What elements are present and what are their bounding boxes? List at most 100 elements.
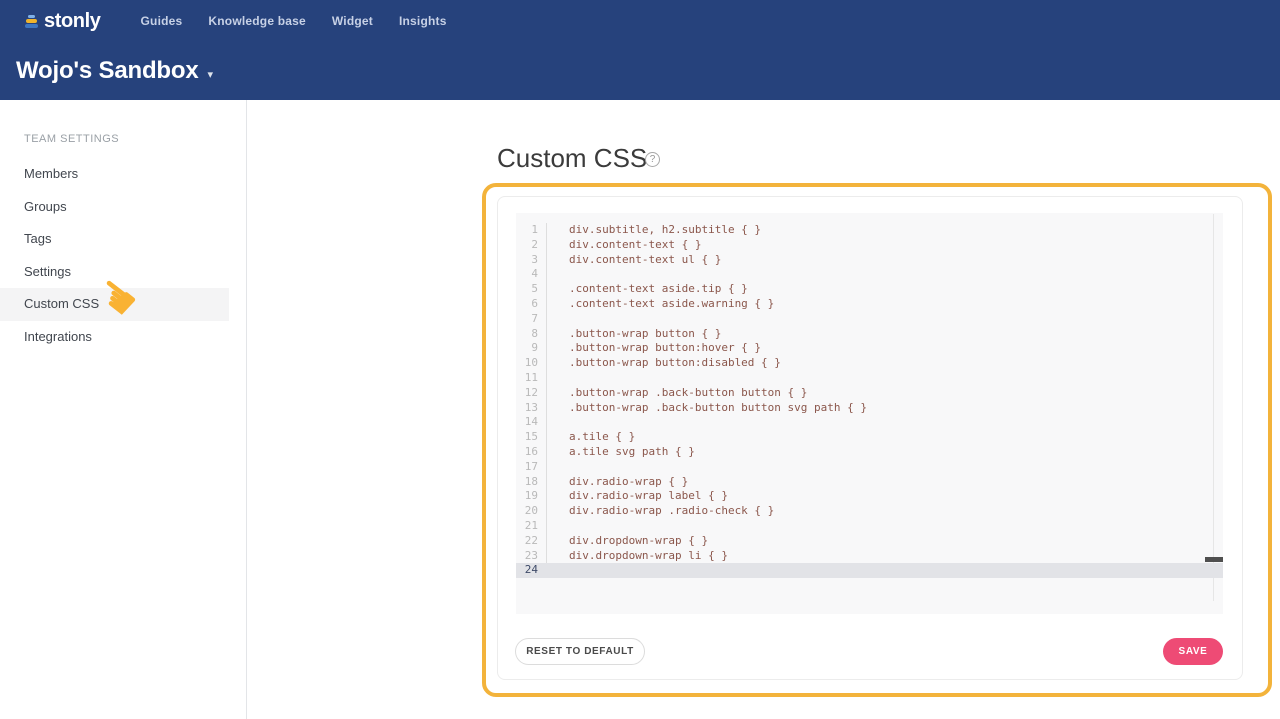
line-number: 15	[516, 430, 546, 445]
stonly-logo-icon	[24, 15, 38, 28]
sidebar-item-members[interactable]: Members	[0, 158, 246, 191]
code-line[interactable]: 10.button-wrap button:disabled { }	[516, 356, 1223, 371]
line-number: 8	[516, 327, 546, 342]
nav-item-knowledge-base[interactable]: Knowledge base	[208, 14, 306, 28]
line-number: 1	[516, 223, 546, 238]
code-line[interactable]: 9.button-wrap button:hover { }	[516, 341, 1223, 356]
code-text	[546, 460, 1223, 475]
line-number: 23	[516, 549, 546, 564]
sidebar-item-integrations[interactable]: Integrations	[0, 321, 246, 354]
code-line[interactable]: 12.button-wrap .back-button button { }	[516, 386, 1223, 401]
code-text: .button-wrap button:disabled { }	[546, 356, 1223, 371]
line-number: 22	[516, 534, 546, 549]
code-line[interactable]: 6.content-text aside.warning { }	[516, 297, 1223, 312]
code-line[interactable]: 21	[516, 519, 1223, 534]
code-text: .button-wrap .back-button button { }	[546, 386, 1223, 401]
page: stonly Guides Knowledge base Widget Insight…	[0, 0, 1280, 719]
code-text: div.radio-wrap .radio-check { }	[546, 504, 1223, 519]
code-text: div.dropdown-wrap li { }	[546, 549, 1223, 564]
code-line[interactable]: 17	[516, 460, 1223, 475]
line-number: 19	[516, 489, 546, 504]
code-text: .button-wrap button:hover { }	[546, 341, 1223, 356]
top-nav: Guides Knowledge base Widget Insights	[141, 14, 447, 28]
code-text	[546, 519, 1223, 534]
chevron-down-icon: ▾	[207, 68, 213, 81]
page-title: Custom CSS	[497, 143, 647, 174]
custom-css-card: 1div.subtitle, h2.subtitle { }2div.conte…	[497, 196, 1243, 680]
stonly-logo[interactable]: stonly	[24, 10, 101, 33]
code-line[interactable]: 19div.radio-wrap label { }	[516, 489, 1223, 504]
code-line[interactable]: 14	[516, 415, 1223, 430]
code-text: div.content-text ul { }	[546, 253, 1223, 268]
line-number: 11	[516, 371, 546, 386]
code-line[interactable]: 13.button-wrap .back-button button svg p…	[516, 401, 1223, 416]
sidebar-menu: MembersGroupsTagsSettingsCustom CSSInteg…	[0, 158, 246, 353]
logo-text: stonly	[44, 10, 101, 33]
line-number: 9	[516, 341, 546, 356]
line-number: 6	[516, 297, 546, 312]
code-text: .content-text aside.tip { }	[546, 282, 1223, 297]
line-number: 12	[516, 386, 546, 401]
line-number: 20	[516, 504, 546, 519]
editor-scrollbar-thumb[interactable]	[1205, 557, 1223, 562]
code-text: .button-wrap .back-button button svg pat…	[546, 401, 1223, 416]
code-text	[546, 312, 1223, 327]
sidebar-item-custom-css[interactable]: Custom CSS	[0, 288, 229, 321]
code-text: .content-text aside.warning { }	[546, 297, 1223, 312]
code-text: div.subtitle, h2.subtitle { }	[546, 223, 1223, 238]
sidebar: TEAM SETTINGS MembersGroupsTagsSettingsC…	[0, 100, 247, 719]
code-line[interactable]: 2div.content-text { }	[516, 238, 1223, 253]
code-line[interactable]: 8.button-wrap button { }	[516, 327, 1223, 342]
code-text	[546, 371, 1223, 386]
sidebar-section-title: TEAM SETTINGS	[24, 133, 246, 145]
sidebar-item-settings[interactable]: Settings	[0, 256, 246, 289]
top-nav-row: stonly Guides Knowledge base Widget Insight…	[0, 0, 1280, 32]
code-text: div.radio-wrap { }	[546, 475, 1223, 490]
help-icon[interactable]: ?	[645, 152, 660, 167]
code-line[interactable]: 23div.dropdown-wrap li { }	[516, 549, 1223, 564]
code-text	[546, 267, 1223, 282]
code-text: .button-wrap button { }	[546, 327, 1223, 342]
code-line[interactable]: 1div.subtitle, h2.subtitle { }	[516, 223, 1223, 238]
code-line[interactable]: 18div.radio-wrap { }	[516, 475, 1223, 490]
line-number: 21	[516, 519, 546, 534]
code-line[interactable]: 16a.tile svg path { }	[516, 445, 1223, 460]
nav-item-widget[interactable]: Widget	[332, 14, 373, 28]
nav-item-guides[interactable]: Guides	[141, 14, 183, 28]
workspace-switcher[interactable]: Wojo's Sandbox ▾	[16, 57, 213, 85]
code-line[interactable]: 15a.tile { }	[516, 430, 1223, 445]
code-text: a.tile svg path { }	[546, 445, 1223, 460]
sidebar-item-tags[interactable]: Tags	[0, 223, 246, 256]
code-text: div.dropdown-wrap { }	[546, 534, 1223, 549]
code-line[interactable]: 24	[516, 563, 1223, 578]
code-line[interactable]: 7	[516, 312, 1223, 327]
line-number: 13	[516, 401, 546, 416]
nav-item-insights[interactable]: Insights	[399, 14, 447, 28]
save-button[interactable]: SAVE	[1163, 638, 1223, 665]
workspace-name: Wojo's Sandbox	[16, 57, 198, 85]
line-number: 24	[516, 563, 546, 578]
code-line[interactable]: 11	[516, 371, 1223, 386]
line-number: 4	[516, 267, 546, 282]
line-number: 17	[516, 460, 546, 475]
sidebar-item-groups[interactable]: Groups	[0, 191, 246, 224]
code-line[interactable]: 20div.radio-wrap .radio-check { }	[516, 504, 1223, 519]
reset-to-default-button[interactable]: RESET TO DEFAULT	[515, 638, 645, 665]
line-number: 7	[516, 312, 546, 327]
css-code-editor[interactable]: 1div.subtitle, h2.subtitle { }2div.conte…	[516, 213, 1223, 614]
line-number: 2	[516, 238, 546, 253]
code-line[interactable]: 22div.dropdown-wrap { }	[516, 534, 1223, 549]
code-text: div.radio-wrap label { }	[546, 489, 1223, 504]
line-number: 16	[516, 445, 546, 460]
code-line[interactable]: 5.content-text aside.tip { }	[516, 282, 1223, 297]
code-line[interactable]: 3div.content-text ul { }	[516, 253, 1223, 268]
code-text: a.tile { }	[546, 430, 1223, 445]
code-line[interactable]: 4	[516, 267, 1223, 282]
line-number: 18	[516, 475, 546, 490]
line-number: 14	[516, 415, 546, 430]
line-number: 5	[516, 282, 546, 297]
highlight-border: 1div.subtitle, h2.subtitle { }2div.conte…	[482, 183, 1272, 697]
code-text	[546, 563, 1223, 578]
code-text	[546, 415, 1223, 430]
app-header: stonly Guides Knowledge base Widget Insight…	[0, 0, 1280, 100]
